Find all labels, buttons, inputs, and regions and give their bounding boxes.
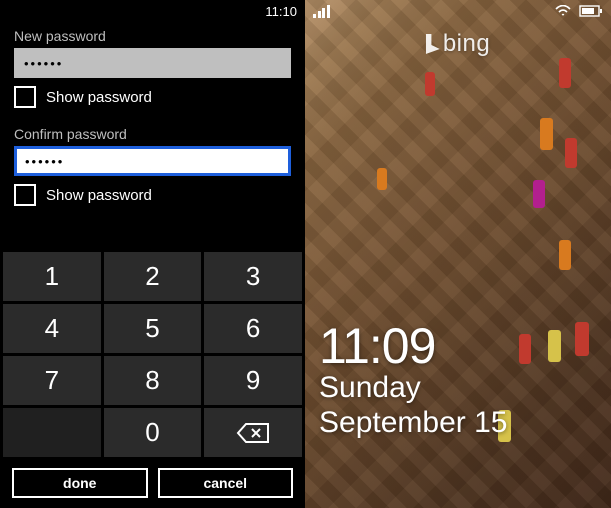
confirm-password-label: Confirm password: [14, 126, 291, 142]
status-bar: [305, 0, 611, 22]
action-row: done cancel: [0, 460, 305, 508]
battery-icon: [579, 5, 603, 17]
wallpaper-figure: [559, 58, 571, 88]
wallpaper-figure: [559, 240, 571, 270]
bing-logo: bing: [426, 30, 490, 58]
wallpaper-figure: [533, 180, 545, 208]
key-2[interactable]: 2: [104, 252, 202, 301]
cancel-button[interactable]: cancel: [158, 468, 294, 498]
key-backspace[interactable]: [204, 408, 302, 457]
lock-screen[interactable]: bing 11:09 Sunday September 15: [305, 0, 611, 508]
numeric-keypad: 1 2 3 4 5 6 7 8 9 0: [0, 249, 305, 460]
show-password-2-checkbox[interactable]: [14, 184, 36, 206]
key-4[interactable]: 4: [3, 304, 101, 353]
show-password-1-label: Show password: [46, 89, 152, 106]
wallpaper-figure: [540, 118, 553, 150]
show-password-1-row[interactable]: Show password: [14, 86, 291, 108]
key-8[interactable]: 8: [104, 356, 202, 405]
key-7[interactable]: 7: [3, 356, 101, 405]
wallpaper-figure: [377, 168, 387, 190]
new-password-input[interactable]: ••••••: [14, 48, 291, 78]
key-1[interactable]: 1: [3, 252, 101, 301]
key-5[interactable]: 5: [104, 304, 202, 353]
wallpaper-figure: [548, 330, 561, 362]
show-password-1-checkbox[interactable]: [14, 86, 36, 108]
key-9[interactable]: 9: [204, 356, 302, 405]
bing-text: bing: [443, 30, 490, 58]
key-3[interactable]: 3: [204, 252, 302, 301]
show-password-2-label: Show password: [46, 187, 152, 204]
new-password-value: ••••••: [24, 56, 63, 71]
key-6[interactable]: 6: [204, 304, 302, 353]
new-password-label: New password: [14, 28, 291, 44]
lock-info: 11:09 Sunday September 15: [319, 321, 507, 440]
form-area: New password •••••• Show password Confir…: [0, 22, 305, 249]
wallpaper-figure: [565, 138, 577, 168]
wallpaper-figure: [425, 72, 435, 96]
key-blank: [3, 408, 101, 457]
show-password-2-row[interactable]: Show password: [14, 184, 291, 206]
lock-time: 11:09: [319, 321, 507, 371]
wallpaper-figure: [519, 334, 531, 364]
password-setup-screen: 11:10 New password •••••• Show password …: [0, 0, 305, 508]
key-0[interactable]: 0: [104, 408, 202, 457]
bing-mark-icon: [426, 34, 440, 54]
signal-icon: [313, 5, 330, 18]
done-button[interactable]: done: [12, 468, 148, 498]
confirm-password-input[interactable]: ••••••: [14, 146, 291, 176]
confirm-password-value: ••••••: [25, 154, 64, 169]
status-bar: 11:10: [0, 0, 305, 22]
lock-date: September 15: [319, 406, 507, 441]
backspace-icon: [236, 422, 270, 444]
wallpaper-figure: [575, 322, 589, 356]
status-time: 11:10: [265, 4, 297, 19]
lock-day: Sunday: [319, 371, 507, 406]
wifi-icon: [555, 5, 571, 17]
